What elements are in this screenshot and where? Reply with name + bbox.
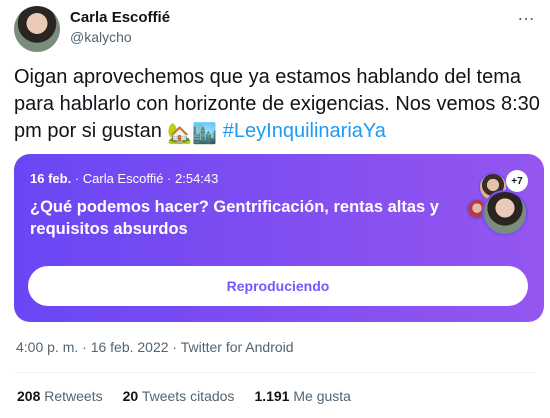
space-date: 16 feb.: [30, 171, 72, 186]
likes-count: 1.191: [254, 388, 290, 404]
tweet-text: Oigan aprovechemos que ya estamos hablan…: [14, 64, 542, 148]
retweets-stat[interactable]: 208 Retweets: [17, 388, 103, 404]
divider: [14, 372, 536, 373]
quote-tweets-count: 20: [122, 388, 139, 404]
author-avatar[interactable]: [14, 6, 60, 52]
space-meta: 16 feb. · Carla Escoffié · 2:54:43: [30, 171, 218, 186]
space-separator: ·: [163, 171, 175, 186]
hashtag-link[interactable]: #LeyInquilinariaYa: [223, 120, 386, 142]
quote-tweets-label: Tweets citados: [141, 388, 235, 404]
space-separator: ·: [71, 171, 83, 186]
retweets-label: Retweets: [44, 388, 103, 404]
author-name[interactable]: Carla Escoffié: [70, 9, 170, 26]
more-options-icon[interactable]: …: [517, 4, 536, 25]
likes-label: Me gusta: [293, 388, 351, 404]
space-host: Carla Escoffié: [82, 171, 164, 186]
space-title: ¿Qué podemos hacer? Gentrificación, rent…: [30, 198, 439, 238]
likes-stat[interactable]: 1.191 Me gusta: [254, 388, 351, 404]
house-city-emoji-icon: 🏡🏙️: [167, 123, 218, 145]
space-duration: 2:54:43: [175, 171, 219, 186]
host-avatar: [482, 190, 528, 236]
retweets-count: 208: [17, 388, 41, 404]
extra-listeners-badge: +7: [506, 170, 528, 192]
tweet-stats: 208 Retweets 20 Tweets citados 1.191 Me …: [17, 388, 351, 404]
author-handle[interactable]: @kalycho: [70, 29, 132, 45]
play-recording-button[interactable]: Reproduciendo: [28, 266, 528, 306]
space-card[interactable]: 16 feb. · Carla Escoffié · 2:54:43 ¿Qué …: [14, 154, 544, 322]
space-hosts: +7: [466, 170, 528, 236]
quote-tweets-stat[interactable]: 20 Tweets citados: [123, 388, 235, 404]
tweet-timestamp[interactable]: 4:00 p. m. · 16 feb. 2022 · Twitter for …: [16, 339, 294, 355]
